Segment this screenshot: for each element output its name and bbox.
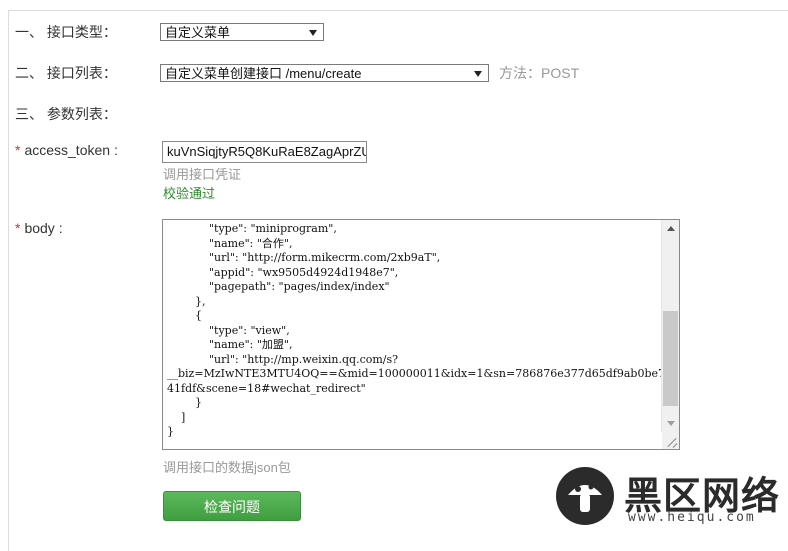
- access-token-hint: 调用接口凭证: [163, 167, 242, 182]
- interface-type-label: 一、 接口类型：: [15, 24, 117, 40]
- scroll-up-arrow-icon[interactable]: [662, 220, 679, 237]
- check-problem-button[interactable]: 检查问题: [163, 491, 301, 521]
- access-token-input[interactable]: kuVnSiqjtyR5Q8KuRaE8ZagAprZU: [162, 141, 367, 163]
- body-hint: 调用接口的数据json包: [163, 460, 291, 475]
- access-token-label: * access_token :: [15, 142, 118, 158]
- access-token-label-text: access_token :: [24, 142, 118, 158]
- scroll-thumb[interactable]: [663, 311, 678, 406]
- body-scrollbar[interactable]: [661, 220, 679, 432]
- required-mark: *: [15, 142, 21, 158]
- access-token-status: 校验通过: [163, 186, 216, 201]
- watermark-url: www.heiqu.com: [628, 510, 756, 525]
- interface-type-select[interactable]: 自定义菜单: [160, 23, 324, 41]
- body-label: * body :: [15, 220, 63, 236]
- resize-grip-icon[interactable]: [662, 432, 679, 449]
- interface-list-label: 二、 接口列表：: [15, 65, 117, 81]
- body-json[interactable]: "type": "miniprogram", "name": "合作", "ur…: [167, 222, 679, 440]
- chevron-down-icon: [309, 30, 317, 36]
- scroll-down-arrow-icon[interactable]: [662, 415, 679, 432]
- required-mark: *: [15, 220, 21, 236]
- body-textarea[interactable]: "type": "miniprogram", "name": "合作", "ur…: [162, 219, 680, 450]
- mushroom-logo-icon: [556, 467, 614, 525]
- interface-list-select[interactable]: 自定义菜单创建接口 /menu/create: [160, 64, 489, 82]
- interface-type-value: 自定义菜单: [165, 25, 231, 40]
- params-label: 三、 参数列表：: [15, 106, 117, 122]
- interface-list-value: 自定义菜单创建接口 /menu/create: [165, 66, 362, 81]
- chevron-down-icon: [474, 71, 482, 77]
- method-text: 方法：POST: [499, 65, 580, 81]
- body-label-text: body :: [24, 220, 63, 236]
- watermark-logo: 黑区网络 www.heiqu.com: [556, 465, 788, 531]
